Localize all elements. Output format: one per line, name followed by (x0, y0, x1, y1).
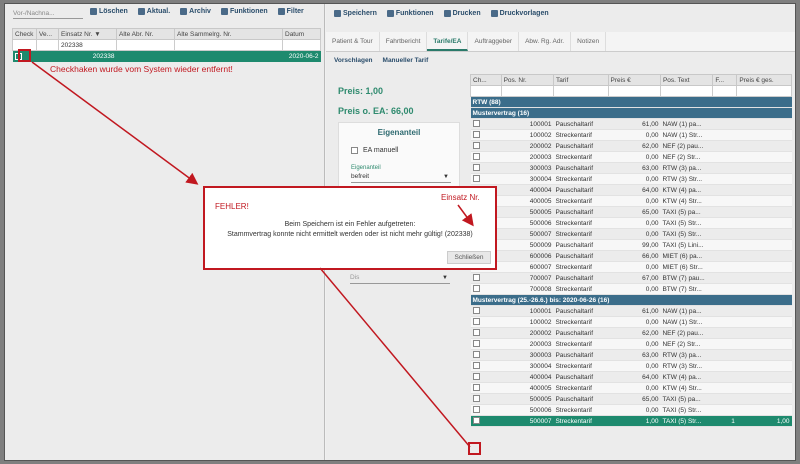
close-button[interactable]: Schließen (447, 251, 491, 264)
annotation-highlight-checkbox (18, 49, 31, 62)
annotation-overlay: FEHLER! Beim Speichern ist ein Fehler au… (0, 0, 800, 464)
annotation-line (319, 267, 471, 448)
annotation-einsatz-nr: Einsatz Nr. (441, 193, 480, 202)
dialog-message-line2: Stammvertrag konnte nicht ermittelt werd… (227, 231, 473, 238)
dialog-title: FEHLER! (215, 202, 249, 211)
annotation-arrow (31, 61, 199, 185)
annotation-checkhaken: Checkhaken wurde vom System wieder entfe… (50, 64, 233, 74)
dialog-message: Beim Speichern ist ein Fehler aufgetrete… (205, 220, 495, 240)
annotation-highlight-selected (468, 442, 481, 455)
dialog-message-line1: Beim Speichern ist ein Fehler aufgetrete… (284, 221, 416, 228)
